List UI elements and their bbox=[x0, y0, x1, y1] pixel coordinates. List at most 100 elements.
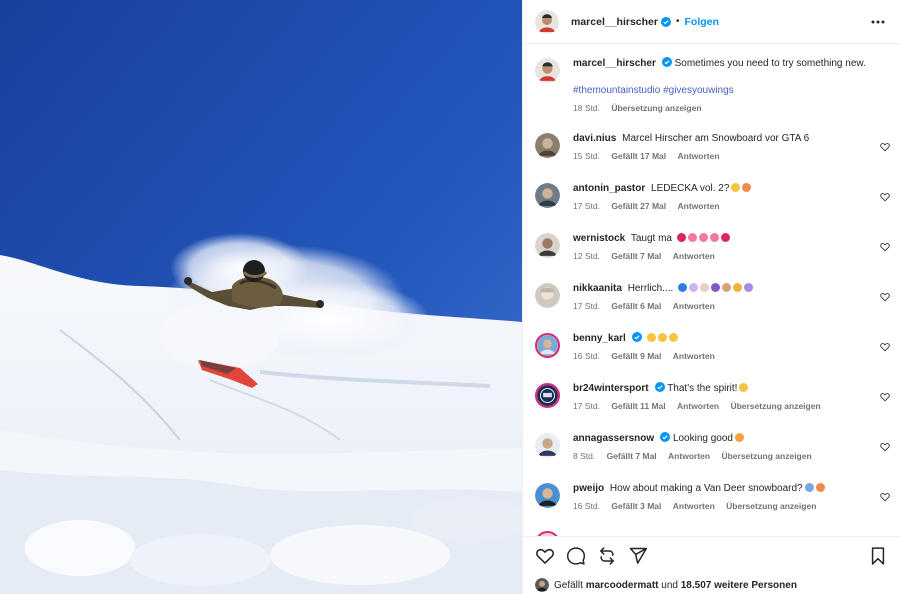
likes-summary: Gefällt marcoodermatt und 18.507 weitere… bbox=[523, 575, 900, 594]
smiling-emoji-icon bbox=[735, 433, 744, 442]
sparkling-heart-emoji-icon bbox=[687, 233, 697, 242]
hand-emoji-icon bbox=[722, 283, 732, 292]
snowboarder-emoji-icon bbox=[804, 483, 814, 492]
heart-emoji-icon bbox=[676, 233, 686, 242]
sunglasses-emoji-icon bbox=[646, 333, 656, 342]
comment-username[interactable]: br24wintersport bbox=[573, 383, 649, 394]
comment-username[interactable]: davi.nius bbox=[573, 133, 616, 144]
like-heart-icon[interactable] bbox=[880, 242, 890, 252]
like-heart-icon[interactable] bbox=[880, 292, 890, 302]
white-heart-emoji-icon bbox=[689, 283, 699, 292]
post-caption: marcel__hirscher Sometimes you need to t… bbox=[523, 57, 900, 114]
comment-time: 8 Std. bbox=[573, 451, 596, 461]
comment-time: 17 Std. bbox=[573, 201, 600, 211]
comment-time: 16 Std. bbox=[573, 351, 600, 361]
reply-button[interactable]: Antworten bbox=[678, 201, 720, 211]
caption-text: Sometimes you need to try something new. bbox=[674, 58, 866, 69]
comment-time: 17 Std. bbox=[573, 301, 600, 311]
comment-likes[interactable]: Gefällt 3 Mal bbox=[611, 501, 661, 511]
comment-item: pweijo How about making a Van Deer snowb… bbox=[523, 482, 900, 512]
comment-username[interactable]: annagassersnow bbox=[573, 433, 654, 444]
more-horizontal-icon[interactable] bbox=[868, 12, 888, 32]
action-bar bbox=[523, 537, 900, 575]
commenter-avatar[interactable] bbox=[535, 283, 560, 308]
comment-item: annagassersnow Looking good 8 Std. Gefäl… bbox=[523, 432, 900, 462]
comment-item: nikkaanita Herrlich.... 17 Std. Gefällt … bbox=[523, 282, 900, 312]
comments-list[interactable]: marcel__hirscher Sometimes you need to t… bbox=[523, 44, 900, 536]
comment-likes[interactable]: Gefällt 7 Mal bbox=[607, 451, 657, 461]
comment-text: Herrlich.... bbox=[627, 283, 674, 294]
send-icon[interactable] bbox=[628, 546, 648, 566]
follow-button[interactable]: Folgen bbox=[685, 16, 719, 28]
reply-button[interactable]: Antworten bbox=[673, 351, 715, 361]
comment-item: wernistock Taugt ma 12 Std. Gefällt 7 Ma… bbox=[523, 232, 900, 262]
commenter-avatar[interactable] bbox=[535, 233, 560, 258]
post-header: marcel__hirscher • Folgen bbox=[523, 0, 900, 44]
pray-emoji-icon bbox=[744, 283, 754, 292]
bookmark-icon[interactable] bbox=[868, 546, 888, 566]
commenter-avatar[interactable] bbox=[535, 133, 560, 158]
comment-likes[interactable]: Gefällt 11 Mal bbox=[611, 401, 665, 411]
comment-likes[interactable]: Gefällt 6 Mal bbox=[611, 301, 661, 311]
likes-others-link[interactable]: 18.507 weitere Personen bbox=[681, 580, 797, 591]
sparkles-emoji-icon bbox=[711, 283, 721, 292]
liker-avatar[interactable] bbox=[535, 578, 549, 592]
commenter-avatar-story[interactable] bbox=[535, 333, 560, 358]
commenter-avatar-story[interactable] bbox=[535, 383, 560, 408]
reply-button[interactable]: Antworten bbox=[677, 401, 719, 411]
reply-button[interactable]: Antworten bbox=[678, 151, 720, 161]
comment-username[interactable]: antonin_pastor bbox=[573, 183, 645, 194]
translate-button[interactable]: Übersetzung anzeigen bbox=[726, 501, 816, 511]
translate-button[interactable]: Übersetzung anzeigen bbox=[611, 103, 701, 113]
comment-time: 17 Std. bbox=[573, 401, 600, 411]
commenter-avatar[interactable] bbox=[535, 483, 560, 508]
comment-time: 15 Std. bbox=[573, 151, 600, 161]
caption-time: 18 Std. bbox=[573, 103, 600, 113]
likes-and: und bbox=[661, 579, 678, 591]
like-heart-icon[interactable] bbox=[880, 392, 890, 402]
comment-time: 16 Std. bbox=[573, 501, 600, 511]
like-heart-icon[interactable] bbox=[880, 492, 890, 502]
like-heart-icon[interactable] bbox=[880, 342, 890, 352]
separator-dot: • bbox=[675, 16, 680, 27]
sunglasses-emoji-icon bbox=[657, 333, 667, 342]
comment-likes[interactable]: Gefällt 27 Mal bbox=[611, 201, 666, 211]
comment-username[interactable]: pweijo bbox=[573, 483, 604, 494]
hashtag-link[interactable]: #givesyouwings bbox=[663, 85, 734, 96]
likes-user-link[interactable]: marcoodermatt bbox=[586, 580, 659, 591]
comment-username[interactable]: wernistock bbox=[573, 233, 625, 244]
reply-button[interactable]: Antworten bbox=[673, 251, 715, 261]
comment-text: How about making a Van Deer snowboard? bbox=[609, 483, 803, 494]
hashtag-link[interactable]: #themountainstudio bbox=[573, 85, 660, 96]
comment-icon[interactable] bbox=[566, 546, 586, 566]
like-heart-icon[interactable] bbox=[880, 442, 890, 452]
comment-likes[interactable]: Gefällt 17 Mal bbox=[611, 151, 666, 161]
sparkling-heart-emoji-icon bbox=[698, 233, 708, 242]
verified-badge-icon bbox=[660, 16, 671, 27]
commenter-avatar[interactable] bbox=[535, 433, 560, 458]
instagram-post: marcel__hirscher • Folgen marcel__hirsch… bbox=[0, 0, 900, 594]
grinning-emoji-icon bbox=[731, 183, 741, 192]
like-heart-icon[interactable] bbox=[880, 142, 890, 152]
comment-username[interactable]: nikkaanita bbox=[573, 283, 622, 294]
comment-username[interactable]: benny_karl bbox=[573, 333, 626, 344]
verified-badge-icon bbox=[660, 432, 671, 442]
reply-button[interactable]: Antworten bbox=[673, 301, 715, 311]
reply-button[interactable]: Antworten bbox=[668, 451, 710, 461]
comment-likes[interactable]: Gefällt 9 Mal bbox=[611, 351, 661, 361]
heart-icon[interactable] bbox=[535, 546, 555, 566]
reply-button[interactable]: Antworten bbox=[673, 501, 715, 511]
comment-likes[interactable]: Gefällt 7 Mal bbox=[611, 251, 661, 261]
share-icon[interactable] bbox=[597, 546, 617, 566]
author-avatar[interactable] bbox=[535, 58, 560, 83]
like-heart-icon[interactable] bbox=[880, 192, 890, 202]
face-emoji-icon bbox=[733, 283, 743, 292]
translate-button[interactable]: Übersetzung anzeigen bbox=[730, 401, 820, 411]
commenter-avatar[interactable] bbox=[535, 183, 560, 208]
comment-text: Taugt ma bbox=[630, 233, 672, 244]
post-image[interactable] bbox=[0, 0, 522, 594]
translate-button[interactable]: Übersetzung anzeigen bbox=[721, 451, 811, 461]
caption-username[interactable]: marcel__hirscher bbox=[573, 58, 656, 69]
author-username[interactable]: marcel__hirscher bbox=[571, 16, 658, 28]
author-avatar[interactable] bbox=[535, 9, 559, 34]
